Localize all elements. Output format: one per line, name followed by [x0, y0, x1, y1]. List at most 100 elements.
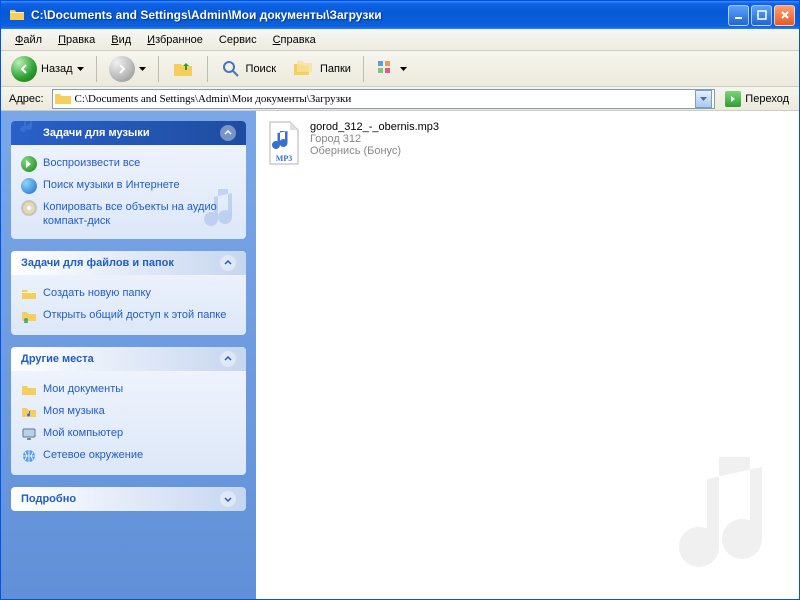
my-documents-link[interactable]: Мои документы [21, 379, 236, 401]
file-title: Обернись (Бонус) [310, 145, 439, 157]
panel-header[interactable]: Другие места [11, 347, 246, 371]
my-music-link[interactable]: Моя музыка [21, 401, 236, 423]
address-label: Адрес: [5, 93, 48, 105]
search-label: Поиск [246, 63, 276, 75]
explorer-window: C:\Documents and Settings\Admin\Мои доку… [0, 0, 800, 600]
menu-view[interactable]: Вид [103, 31, 139, 49]
details-panel: Подробно [11, 487, 246, 511]
folder-up-icon [171, 57, 195, 81]
play-icon [21, 156, 37, 172]
up-button[interactable] [165, 53, 201, 85]
file-tasks-panel: Задачи для файлов и папок Создать новую … [11, 251, 246, 335]
music-tasks-panel: Задачи для музыки Воспроизвести все Поис… [11, 121, 246, 239]
forward-button[interactable] [103, 52, 152, 86]
search-icon [220, 58, 242, 80]
folder-icon [9, 7, 25, 23]
back-button[interactable]: Назад [5, 52, 90, 86]
chevron-down-icon [77, 67, 84, 71]
menu-edit[interactable]: Правка [50, 31, 103, 49]
window-title: C:\Documents and Settings\Admin\Мои доку… [29, 8, 728, 22]
chevron-down-icon [700, 97, 707, 101]
panel-header[interactable]: Задачи для файлов и папок [11, 251, 246, 275]
panel-title: Задачи для файлов и папок [21, 257, 174, 269]
network-icon [21, 448, 37, 464]
computer-icon [21, 426, 37, 442]
panel-header[interactable]: Задачи для музыки [11, 121, 246, 145]
play-all-link[interactable]: Воспроизвести все [21, 153, 236, 175]
folder-icon [21, 382, 37, 398]
separator [158, 56, 159, 82]
other-places-panel: Другие места Мои документы Моя музыка Мо… [11, 347, 246, 475]
menu-bar: Файл Правка Вид Избранное Сервис Справка [1, 29, 799, 51]
panel-title: Подробно [21, 493, 76, 505]
task-label: Поиск музыки в Интернете [43, 178, 180, 192]
address-input[interactable] [71, 93, 696, 105]
tasks-sidebar: Задачи для музыки Воспроизвести все Поис… [1, 111, 256, 599]
collapse-icon [220, 125, 236, 141]
title-bar[interactable]: C:\Documents and Settings\Admin\Мои доку… [1, 1, 799, 29]
menu-favorites[interactable]: Избранное [139, 31, 211, 49]
task-label: Мои документы [43, 382, 123, 396]
file-item[interactable]: MP3 gorod_312_-_obernis.mp3 Город 312 Об… [256, 111, 799, 175]
separator [96, 56, 97, 82]
minimize-button[interactable] [728, 5, 749, 26]
go-button[interactable]: Переход [719, 89, 795, 109]
menu-tools[interactable]: Сервис [211, 31, 265, 49]
address-dropdown-button[interactable] [695, 90, 712, 108]
music-folder-icon [21, 404, 37, 420]
globe-icon [21, 178, 37, 194]
share-folder-link[interactable]: Открыть общий доступ к этой папке [21, 305, 236, 327]
menu-file[interactable]: Файл [7, 31, 50, 49]
chevron-down-icon [139, 67, 146, 71]
folder-icon [55, 93, 71, 105]
panel-title: Задачи для музыки [43, 127, 150, 139]
back-label: Назад [41, 63, 73, 75]
new-folder-link[interactable]: Создать новую папку [21, 283, 236, 305]
panel-title: Другие места [21, 353, 94, 365]
folders-label: Папки [320, 63, 351, 75]
task-label: Создать новую папку [43, 286, 151, 300]
mp3-file-icon: MP3 [266, 121, 302, 165]
file-info: gorod_312_-_obernis.mp3 Город 312 Оберни… [310, 121, 439, 157]
svg-text:MP3: MP3 [276, 154, 292, 163]
separator [363, 56, 364, 82]
music-note-watermark [669, 449, 789, 589]
toolbar: Назад Поиск Папки [1, 51, 799, 87]
cd-icon [21, 200, 37, 216]
music-note-icon [17, 121, 39, 137]
search-music-link[interactable]: Поиск музыки в Интернете [21, 175, 236, 197]
network-link[interactable]: Сетевое окружение [21, 445, 236, 467]
collapse-icon [220, 351, 236, 367]
task-label: Сетевое окружение [43, 448, 143, 462]
menu-help[interactable]: Справка [265, 31, 324, 49]
chevron-down-icon [400, 67, 407, 71]
go-label: Переход [745, 93, 789, 105]
collapse-icon [220, 255, 236, 271]
my-computer-link[interactable]: Мой компьютер [21, 423, 236, 445]
address-field-wrap [52, 89, 716, 109]
maximize-button[interactable] [751, 5, 772, 26]
folders-button[interactable]: Папки [286, 54, 357, 84]
copy-cd-link[interactable]: Копировать все объекты на аудио компакт-… [21, 197, 236, 231]
task-label: Воспроизвести все [43, 156, 140, 170]
share-folder-icon [21, 308, 37, 324]
folders-icon [292, 58, 316, 80]
forward-icon [109, 56, 135, 82]
file-name: gorod_312_-_obernis.mp3 [310, 121, 439, 133]
task-label: Открыть общий доступ к этой папке [43, 308, 226, 322]
task-label: Мой компьютер [43, 426, 123, 440]
panel-header[interactable]: Подробно [11, 487, 246, 511]
panel-body: Воспроизвести все Поиск музыки в Интерне… [11, 145, 246, 239]
close-button[interactable] [774, 5, 795, 26]
task-label: Моя музыка [43, 404, 105, 418]
expand-icon [220, 491, 236, 507]
folder-icon [21, 286, 37, 302]
back-icon [11, 56, 37, 82]
file-artist: Город 312 [310, 133, 439, 145]
file-list-area[interactable]: MP3 gorod_312_-_obernis.mp3 Город 312 Об… [256, 111, 799, 599]
views-button[interactable] [370, 55, 413, 83]
search-button[interactable]: Поиск [214, 54, 282, 84]
caption-buttons [728, 5, 795, 26]
task-label: Копировать все объекты на аудио компакт-… [43, 200, 236, 228]
client-area: Задачи для музыки Воспроизвести все Поис… [1, 111, 799, 599]
